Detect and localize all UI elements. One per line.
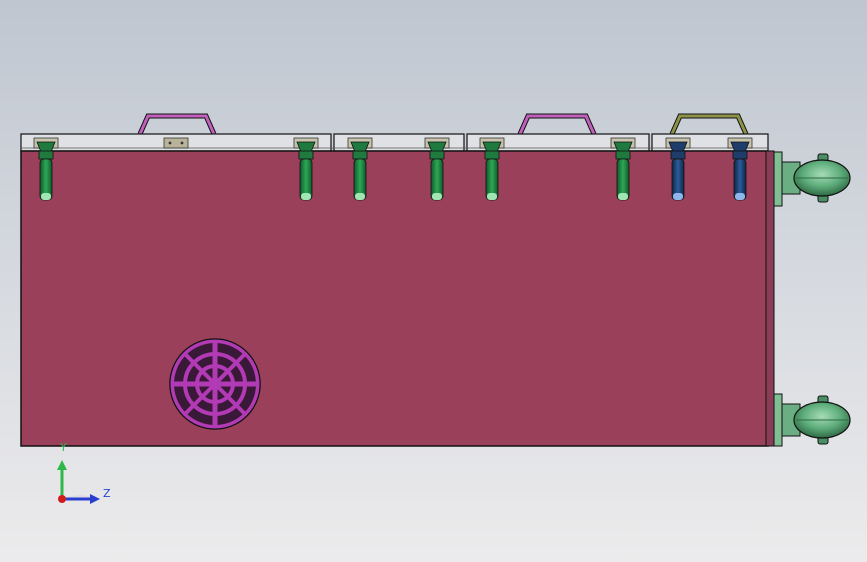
box-body[interactable]	[20, 150, 775, 447]
orientation-triad[interactable]	[57, 460, 100, 504]
lid[interactable]	[20, 133, 769, 152]
handle-middle[interactable]	[517, 113, 597, 136]
z-axis-arrow	[90, 494, 100, 504]
z-axis-label: Z	[103, 487, 111, 500]
origin-point	[58, 495, 66, 503]
caster-top[interactable]	[773, 151, 851, 207]
y-axis-arrow	[57, 460, 67, 470]
handle-left[interactable]	[137, 113, 217, 136]
model-view[interactable]	[0, 0, 867, 562]
fan-grille[interactable]	[169, 338, 261, 430]
y-axis-label: Y	[60, 441, 67, 454]
cad-viewport[interactable]: Y Z	[0, 0, 867, 562]
handle-right[interactable]	[669, 113, 749, 136]
caster-bottom[interactable]	[773, 393, 851, 447]
